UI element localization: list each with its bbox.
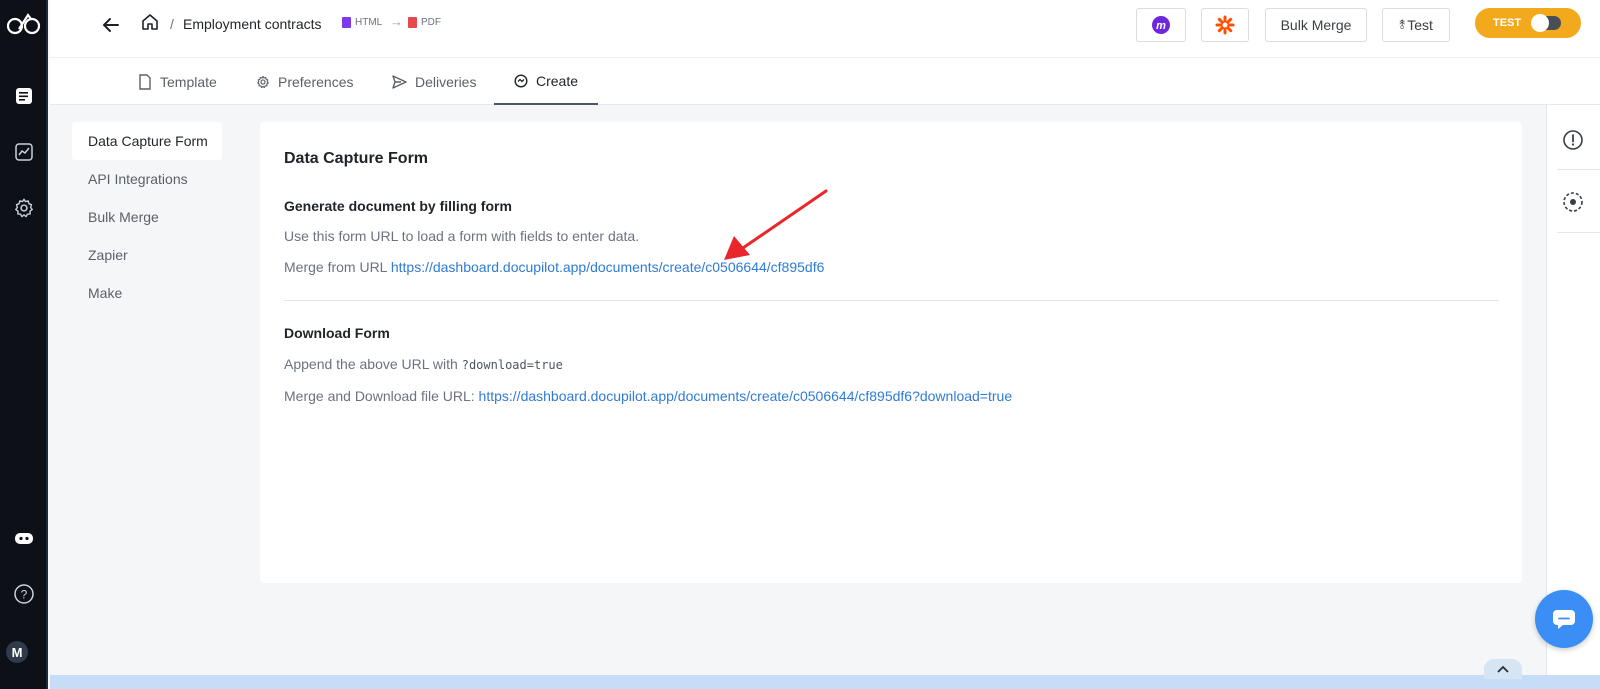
test-mode-toggle[interactable]: TEST bbox=[1475, 8, 1581, 38]
tab-label: Create bbox=[535, 72, 579, 89]
merge-url-row: Merge from URL https://dashboard.docupil… bbox=[284, 259, 824, 275]
tab-label: Deliveries bbox=[415, 73, 477, 90]
info-alert-icon[interactable] bbox=[1560, 127, 1586, 153]
user-avatar[interactable]: M bbox=[6, 641, 28, 663]
test-button-label: Test bbox=[1407, 17, 1433, 33]
subnav-api-integrations[interactable]: API Integrations bbox=[72, 160, 222, 198]
back-arrow-icon[interactable] bbox=[98, 12, 124, 38]
make-integration-button[interactable]: m bbox=[1136, 8, 1186, 42]
merge-url-link[interactable]: https://dashboard.docupilot.app/document… bbox=[391, 259, 825, 275]
chevron-up-icon bbox=[1497, 665, 1509, 673]
section-divider bbox=[284, 300, 1499, 301]
zapier-logo-icon bbox=[1215, 15, 1235, 35]
chat-launcher-button[interactable] bbox=[1535, 590, 1593, 648]
download-url-label: Merge and Download file URL: bbox=[284, 388, 475, 404]
create-icon bbox=[514, 73, 528, 88]
documents-icon[interactable] bbox=[4, 76, 44, 116]
scroll-up-button[interactable] bbox=[1484, 659, 1522, 679]
make-logo-icon: m bbox=[1152, 16, 1170, 34]
bulk-merge-button[interactable]: Bulk Merge bbox=[1265, 8, 1367, 42]
logo-icon[interactable] bbox=[4, 4, 44, 44]
format-to-label: PDF bbox=[421, 17, 441, 28]
zapier-integration-button[interactable] bbox=[1201, 8, 1249, 42]
card-heading: Data Capture Form bbox=[284, 150, 429, 167]
pdf-file-icon bbox=[408, 17, 417, 28]
send-icon bbox=[392, 74, 407, 89]
arrow-right-icon: → bbox=[390, 14, 403, 29]
download-url-row: Merge and Download file URL: https://das… bbox=[284, 388, 1012, 404]
tab-label: Template bbox=[160, 73, 217, 90]
app-rail: ? M bbox=[0, 0, 48, 689]
data-capture-card: Data Capture Form Generate document by f… bbox=[260, 122, 1522, 583]
format-to: PDF bbox=[408, 17, 441, 28]
analytics-icon[interactable] bbox=[4, 132, 44, 172]
tab-create[interactable]: Create bbox=[494, 58, 598, 105]
download-section-title: Download Form bbox=[284, 325, 390, 341]
bottom-banner bbox=[50, 675, 1600, 689]
chat-icon bbox=[1553, 610, 1575, 629]
bot-icon[interactable] bbox=[4, 518, 44, 558]
format-from-label: HTML bbox=[355, 17, 383, 28]
merge-url-label: Merge from URL bbox=[284, 259, 387, 275]
file-icon bbox=[139, 73, 151, 90]
generate-section-title: Generate document by filling form bbox=[284, 198, 512, 214]
subnav-make[interactable]: Make bbox=[72, 274, 222, 312]
tab-template[interactable]: Template bbox=[138, 58, 217, 105]
svg-text:m: m bbox=[1156, 20, 1166, 32]
settings-gear-icon[interactable] bbox=[4, 188, 44, 228]
test-mode-label: TEST bbox=[1493, 17, 1522, 29]
tab-deliveries[interactable]: Deliveries bbox=[392, 58, 476, 105]
top-header: / Employment contracts HTML → PDF m Bulk… bbox=[50, 0, 1600, 58]
download-description: Append the above URL with ?download=true bbox=[284, 356, 563, 372]
rail-divider bbox=[1557, 169, 1600, 170]
page-title[interactable]: Employment contracts bbox=[183, 16, 322, 32]
format-from: HTML bbox=[342, 17, 382, 28]
home-icon[interactable] bbox=[138, 10, 162, 34]
html-file-icon bbox=[342, 17, 351, 28]
test-button[interactable]: ⥉ Test bbox=[1382, 8, 1450, 42]
rail-divider bbox=[1557, 232, 1600, 233]
test-upload-icon: ⥉ bbox=[1399, 17, 1406, 32]
subnav-bulk-merge[interactable]: Bulk Merge bbox=[72, 198, 222, 236]
breadcrumb-separator: / bbox=[170, 16, 174, 32]
target-settings-icon[interactable] bbox=[1560, 189, 1586, 215]
subnav-zapier[interactable]: Zapier bbox=[72, 236, 222, 274]
download-param: ?download=true bbox=[461, 358, 563, 372]
download-url-link[interactable]: https://dashboard.docupilot.app/document… bbox=[479, 388, 1013, 404]
generate-description: Use this form URL to load a form with fi… bbox=[284, 228, 640, 244]
gear-icon bbox=[257, 75, 269, 88]
help-icon[interactable]: ? bbox=[4, 574, 44, 614]
tab-label: Preferences bbox=[278, 73, 354, 90]
toggle-knob bbox=[1531, 14, 1549, 32]
subnav-data-capture-form[interactable]: Data Capture Form bbox=[72, 122, 222, 160]
download-description-text: Append the above URL with bbox=[284, 356, 458, 372]
create-subnav: Data Capture Form API Integrations Bulk … bbox=[72, 122, 222, 312]
tab-bar: Template Preferences Deliveries Create bbox=[50, 58, 1600, 105]
tab-preferences[interactable]: Preferences bbox=[256, 58, 353, 105]
svg-text:?: ? bbox=[21, 588, 28, 602]
